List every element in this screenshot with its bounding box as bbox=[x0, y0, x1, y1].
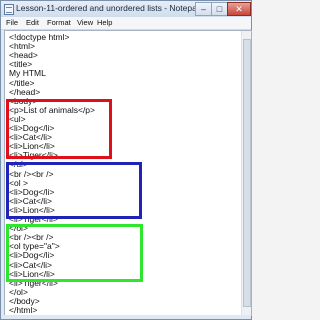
close-button[interactable]: ✕ bbox=[227, 2, 251, 16]
menu-help[interactable]: Help bbox=[97, 18, 112, 27]
scrollbar-thumb[interactable] bbox=[243, 39, 251, 307]
notepad-window: Lesson-11-ordered and unordered lists - … bbox=[0, 0, 252, 320]
window-title: Lesson-11-ordered and unordered lists - … bbox=[16, 3, 202, 13]
menu-bar: File Edit Format View Help bbox=[1, 17, 251, 30]
notepad-icon bbox=[4, 4, 14, 15]
menu-file[interactable]: File bbox=[6, 18, 18, 27]
menu-view[interactable]: View bbox=[77, 18, 93, 27]
minimize-button[interactable]: – bbox=[195, 2, 212, 16]
unordered-list-highlight bbox=[6, 99, 112, 159]
ordered-list-highlight bbox=[6, 162, 142, 219]
menu-format[interactable]: Format bbox=[47, 18, 71, 27]
title-bar[interactable]: Lesson-11-ordered and unordered lists - … bbox=[1, 1, 251, 17]
ordered-list-alpha-highlight bbox=[6, 224, 143, 282]
text-editor[interactable]: <!doctype html> <html> <head> <title> My HTM… bbox=[4, 30, 252, 316]
menu-edit[interactable]: Edit bbox=[26, 18, 39, 27]
vertical-scrollbar[interactable] bbox=[241, 31, 251, 315]
code-line: </html> bbox=[9, 305, 38, 315]
maximize-button[interactable]: □ bbox=[211, 2, 228, 16]
window-bottom-edge bbox=[1, 315, 251, 319]
